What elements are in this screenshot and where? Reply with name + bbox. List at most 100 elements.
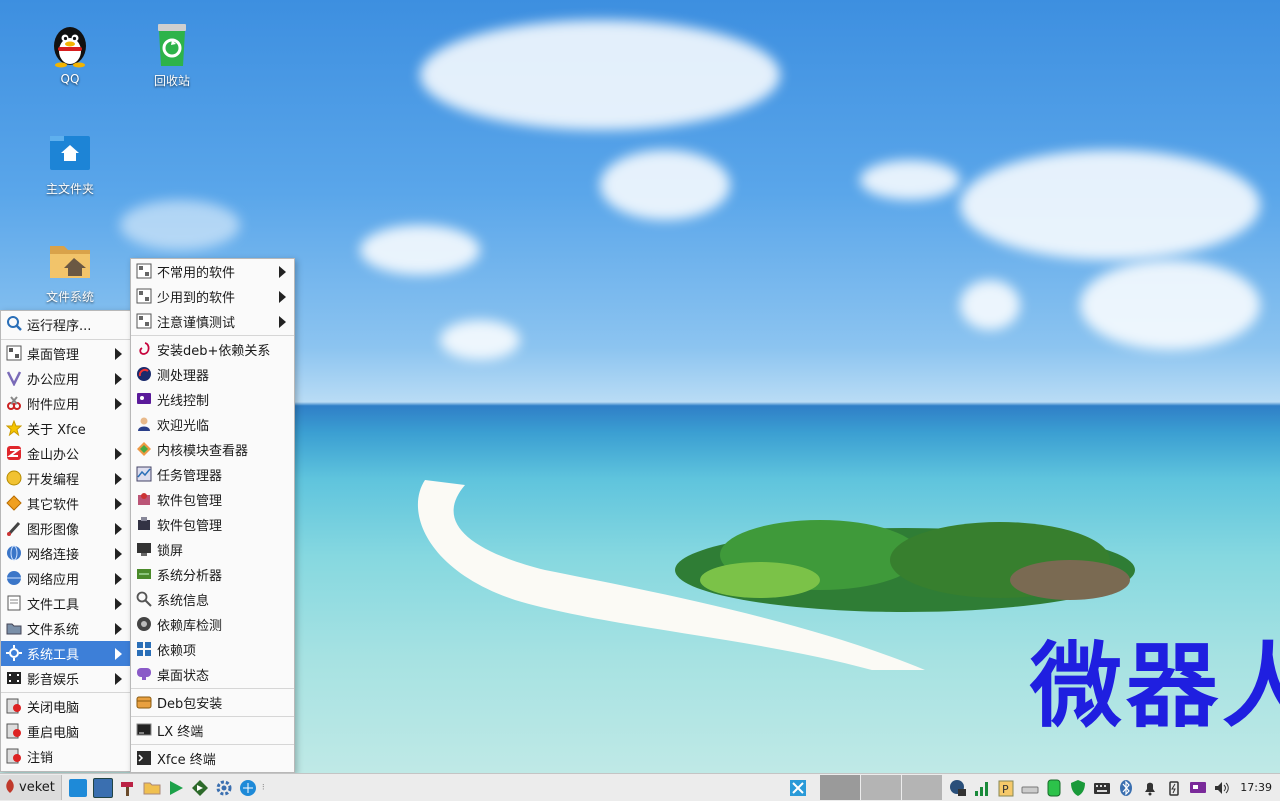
menu-item-label: 不常用的软件: [157, 266, 236, 281]
dev-icon: [6, 470, 22, 486]
menu-item-label: 软件包管理: [157, 519, 223, 534]
menu-item-desktop-manage[interactable]: 桌面管理: [1, 341, 130, 366]
submenu-item-welcome[interactable]: 欢迎光临: [131, 412, 294, 437]
submenu-item-brightness[interactable]: 光线控制: [131, 387, 294, 412]
clock[interactable]: 17:39: [1240, 781, 1272, 794]
menu-separator: [1, 339, 130, 340]
show-desktop-icon[interactable]: [68, 778, 87, 797]
submenu-item-xfce-terminal[interactable]: Xfce 终端: [131, 746, 294, 771]
submenu-item-library-check[interactable]: 依赖库检测: [131, 612, 294, 637]
menu-item-system-tools[interactable]: 系统工具: [1, 641, 130, 666]
menu-item-other[interactable]: 其它软件: [1, 491, 130, 516]
menu-item-dev[interactable]: 开发编程: [1, 466, 130, 491]
menu-item-logout[interactable]: 注销: [1, 744, 130, 769]
menu-item-label: 依赖项: [157, 644, 197, 659]
menu-item-label: Deb包安装: [157, 697, 223, 712]
desktop-status-icon: [136, 666, 152, 682]
bluetooth-icon[interactable]: [1117, 779, 1135, 797]
desktop-icon-home[interactable]: 主文件夹: [25, 128, 115, 197]
menu-item-reboot[interactable]: 重启电脑: [1, 719, 130, 744]
update-icon[interactable]: [191, 779, 209, 797]
keyboard-icon[interactable]: [1093, 779, 1111, 797]
menu-item-file-tools[interactable]: 文件工具: [1, 591, 130, 616]
submenu-item-uncommon-software[interactable]: 不常用的软件: [131, 259, 294, 284]
desktop-icon-qq[interactable]: QQ: [25, 20, 115, 86]
menu-item-graphics[interactable]: 图形图像: [1, 516, 130, 541]
menu-item-about-xfce[interactable]: 关于 Xfce: [1, 416, 130, 441]
workspace-2[interactable]: [861, 775, 902, 800]
submenu-item-package-manager-2[interactable]: 软件包管理: [131, 512, 294, 537]
menu-item-label: 文件工具: [27, 598, 80, 613]
recycle-bin-icon: [148, 20, 196, 68]
power-icon[interactable]: [1165, 779, 1183, 797]
submenu-item-package-manager[interactable]: 软件包管理: [131, 487, 294, 512]
menu-item-accessories[interactable]: 附件应用: [1, 391, 130, 416]
launcher-overflow[interactable]: ⁝: [262, 783, 265, 793]
signal-icon[interactable]: [973, 779, 991, 797]
shield-icon[interactable]: [1069, 779, 1087, 797]
filesystem-folder-icon: [46, 236, 94, 284]
menu-item-network-connect[interactable]: 网络连接: [1, 541, 130, 566]
workspace-3[interactable]: [902, 775, 943, 800]
bell-icon[interactable]: [1141, 779, 1159, 797]
menu-item-label: Xfce 终端: [157, 753, 216, 768]
menu-item-label: 锁屏: [157, 544, 184, 559]
menu-separator: [1, 692, 130, 693]
network-connect-icon: [6, 545, 22, 561]
start-menu-button[interactable]: veket: [0, 775, 62, 800]
menu-item-shutdown[interactable]: 关闭电脑: [1, 694, 130, 719]
menu-item-wps[interactable]: 金山办公: [1, 441, 130, 466]
play-icon[interactable]: [167, 779, 185, 797]
menu-item-label: 其它软件: [27, 498, 80, 513]
svg-text:P: P: [1002, 783, 1009, 796]
desktop-icon-filesystem[interactable]: 文件系统: [25, 236, 115, 305]
menu-separator: [131, 716, 294, 717]
folder-icon[interactable]: [143, 779, 161, 797]
submenu-arrow-icon: [115, 548, 122, 560]
submenu-item-system-info[interactable]: 系统信息: [131, 587, 294, 612]
library-check-icon: [136, 616, 152, 632]
menu-item-network-app[interactable]: 网络应用: [1, 566, 130, 591]
network-icon[interactable]: [949, 779, 967, 797]
menu-item-label: 注销: [27, 751, 54, 766]
display-icon[interactable]: [1189, 779, 1207, 797]
clipboard-icon[interactable]: P: [997, 779, 1015, 797]
menu-item-label: 附件应用: [27, 398, 80, 413]
submenu-arrow-icon: [279, 266, 286, 278]
submenu-item-rarely-used-software[interactable]: 少用到的软件: [131, 284, 294, 309]
cloud: [440, 320, 520, 360]
submenu-item-dependencies[interactable]: 依赖项: [131, 637, 294, 662]
menu-item-label: 安装deb+依赖关系: [157, 344, 271, 359]
desktop-icon-trash[interactable]: 回收站: [127, 20, 217, 89]
battery-green-icon[interactable]: [1045, 779, 1063, 797]
submenu-item-kernel-module-viewer[interactable]: 内核模块查看器: [131, 437, 294, 462]
submenu-item-cpu-test[interactable]: 测处理器: [131, 362, 294, 387]
browser-icon[interactable]: [239, 779, 257, 797]
hammer-icon[interactable]: [119, 779, 137, 797]
menu-item-run[interactable]: 运行程序...: [1, 311, 130, 338]
other-icon: [6, 495, 22, 511]
submenu-item-lock-screen[interactable]: 锁屏: [131, 537, 294, 562]
disk-icon[interactable]: [1021, 779, 1039, 797]
workspace-1[interactable]: [820, 775, 861, 800]
submenu-item-install-deb-deps[interactable]: 安装deb+依赖关系: [131, 337, 294, 362]
submenu-item-deb-install[interactable]: Deb包安装: [131, 690, 294, 715]
submenu-arrow-icon: [115, 473, 122, 485]
screenshot-icon[interactable]: [92, 777, 113, 798]
menu-separator: [131, 335, 294, 336]
submenu-item-caution-testing[interactable]: 注意谨慎测试: [131, 309, 294, 334]
logout-icon: [6, 748, 22, 764]
settings-icon[interactable]: [215, 779, 233, 797]
menu-item-office[interactable]: 办公应用: [1, 366, 130, 391]
menu-item-multimedia[interactable]: 影音娱乐: [1, 666, 130, 691]
menu-item-filesystem[interactable]: 文件系统: [1, 616, 130, 641]
submenu-item-task-manager[interactable]: 任务管理器: [131, 462, 294, 487]
volume-icon[interactable]: [1213, 779, 1231, 797]
submenu-item-lx-terminal[interactable]: LX 终端: [131, 718, 294, 743]
desktop-manage-icon: [6, 345, 22, 361]
start-menu-label: veket: [19, 780, 55, 795]
multimedia-icon: [6, 670, 22, 686]
submenu-item-system-analyzer[interactable]: 系统分析器: [131, 562, 294, 587]
submenu-item-desktop-status[interactable]: 桌面状态: [131, 662, 294, 687]
workspace-switch-icon[interactable]: [789, 779, 807, 797]
